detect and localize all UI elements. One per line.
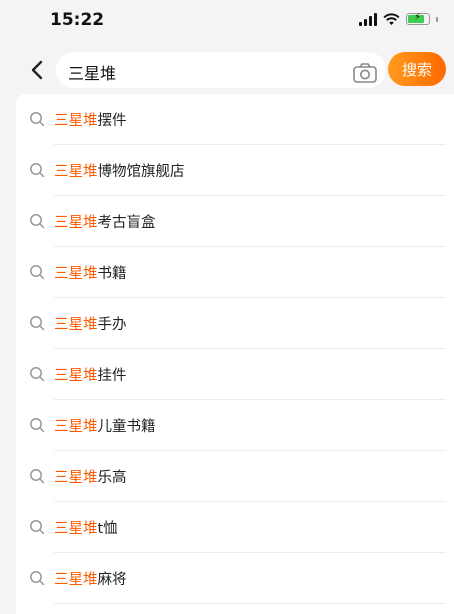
suggestion-item[interactable]: 三星堆手办 (16, 298, 454, 349)
battery-icon: ⚡ (406, 12, 430, 25)
suggestion-label: 三星堆考古盲盒 (54, 211, 156, 232)
suggestion-label: 三星堆t恤 (54, 517, 118, 538)
search-icon (30, 571, 45, 586)
suggestion-highlight: 三星堆 (54, 521, 98, 537)
search-icon (30, 316, 45, 331)
status-time: 15:22 (50, 10, 105, 30)
suggestion-item[interactable]: 三星堆t恤 (16, 502, 454, 553)
cellular-signal-icon (359, 12, 377, 26)
suggestion-suffix: 麻将 (97, 572, 127, 588)
search-header: 三星堆 搜索 (0, 48, 454, 92)
suggestion-label: 三星堆儿童书籍 (54, 415, 156, 436)
suggestion-suffix: 乐高 (97, 470, 127, 486)
search-icon (30, 163, 45, 178)
suggestion-highlight: 三星堆 (54, 317, 98, 333)
suggestion-label: 三星堆手办 (54, 313, 127, 334)
suggestion-suffix: 手办 (97, 317, 127, 333)
search-icon (30, 418, 45, 433)
search-icon (30, 112, 45, 127)
suggestion-suffix: t恤 (97, 521, 118, 537)
suggestion-suffix: 儿童书籍 (97, 419, 156, 435)
suggestion-highlight: 三星堆 (54, 113, 98, 129)
suggestion-suffix: 摆件 (97, 113, 127, 129)
suggestion-highlight: 三星堆 (54, 266, 98, 282)
suggestion-list: 三星堆摆件 三星堆博物馆旗舰店 三星堆考古盲盒 三星堆书籍 三星堆手办 三星堆挂件 三星堆儿… (16, 94, 454, 614)
suggestion-suffix: 挂件 (97, 368, 127, 384)
suggestion-item[interactable]: 三星堆博物馆旗舰店 (16, 145, 454, 196)
suggestion-highlight: 三星堆 (54, 164, 98, 180)
suggestion-label: 三星堆挂件 (54, 364, 127, 385)
suggestion-label: 三星堆书籍 (54, 262, 127, 283)
camera-icon[interactable] (352, 62, 378, 84)
battery-tip (436, 16, 438, 22)
suggestion-item[interactable]: 三星堆乐高 (16, 451, 454, 502)
suggestion-item[interactable]: 三星堆麻将 (16, 553, 454, 604)
suggestion-highlight: 三星堆 (54, 419, 98, 435)
search-icon (30, 214, 45, 229)
search-icon (30, 520, 45, 535)
suggestion-item[interactable]: 三星堆书籍 (16, 247, 454, 298)
search-query[interactable]: 三星堆 (68, 60, 116, 84)
suggestion-label: 三星堆麻将 (54, 568, 127, 589)
suggestion-item[interactable]: 三星堆考古盲盒 (16, 196, 454, 247)
suggestion-highlight: 三星堆 (54, 368, 98, 384)
search-icon (30, 469, 45, 484)
suggestion-item[interactable]: 三星堆挂件 (16, 349, 454, 400)
wifi-icon (383, 12, 400, 25)
search-button[interactable]: 搜索 (388, 52, 446, 86)
suggestion-label: 三星堆博物馆旗舰店 (54, 160, 185, 181)
status-icons: ⚡ (359, 12, 438, 26)
suggestion-suffix: 书籍 (97, 266, 127, 282)
status-bar: 15:22 ⚡ (0, 0, 454, 44)
suggestion-suffix: 考古盲盒 (97, 215, 156, 231)
search-icon (30, 367, 45, 382)
suggestion-suffix: 博物馆旗舰店 (97, 164, 185, 180)
search-icon (30, 265, 45, 280)
suggestion-label: 三星堆乐高 (54, 466, 127, 487)
suggestion-item[interactable]: 三星堆儿童书籍 (16, 400, 454, 451)
suggestion-label: 三星堆摆件 (54, 109, 127, 130)
suggestion-item[interactable]: 三星堆摆件 (16, 94, 454, 145)
suggestion-highlight: 三星堆 (54, 470, 98, 486)
chevron-left-icon[interactable] (28, 60, 46, 80)
search-input[interactable]: 三星堆 (56, 52, 386, 88)
suggestion-highlight: 三星堆 (54, 572, 98, 588)
suggestion-highlight: 三星堆 (54, 215, 98, 231)
